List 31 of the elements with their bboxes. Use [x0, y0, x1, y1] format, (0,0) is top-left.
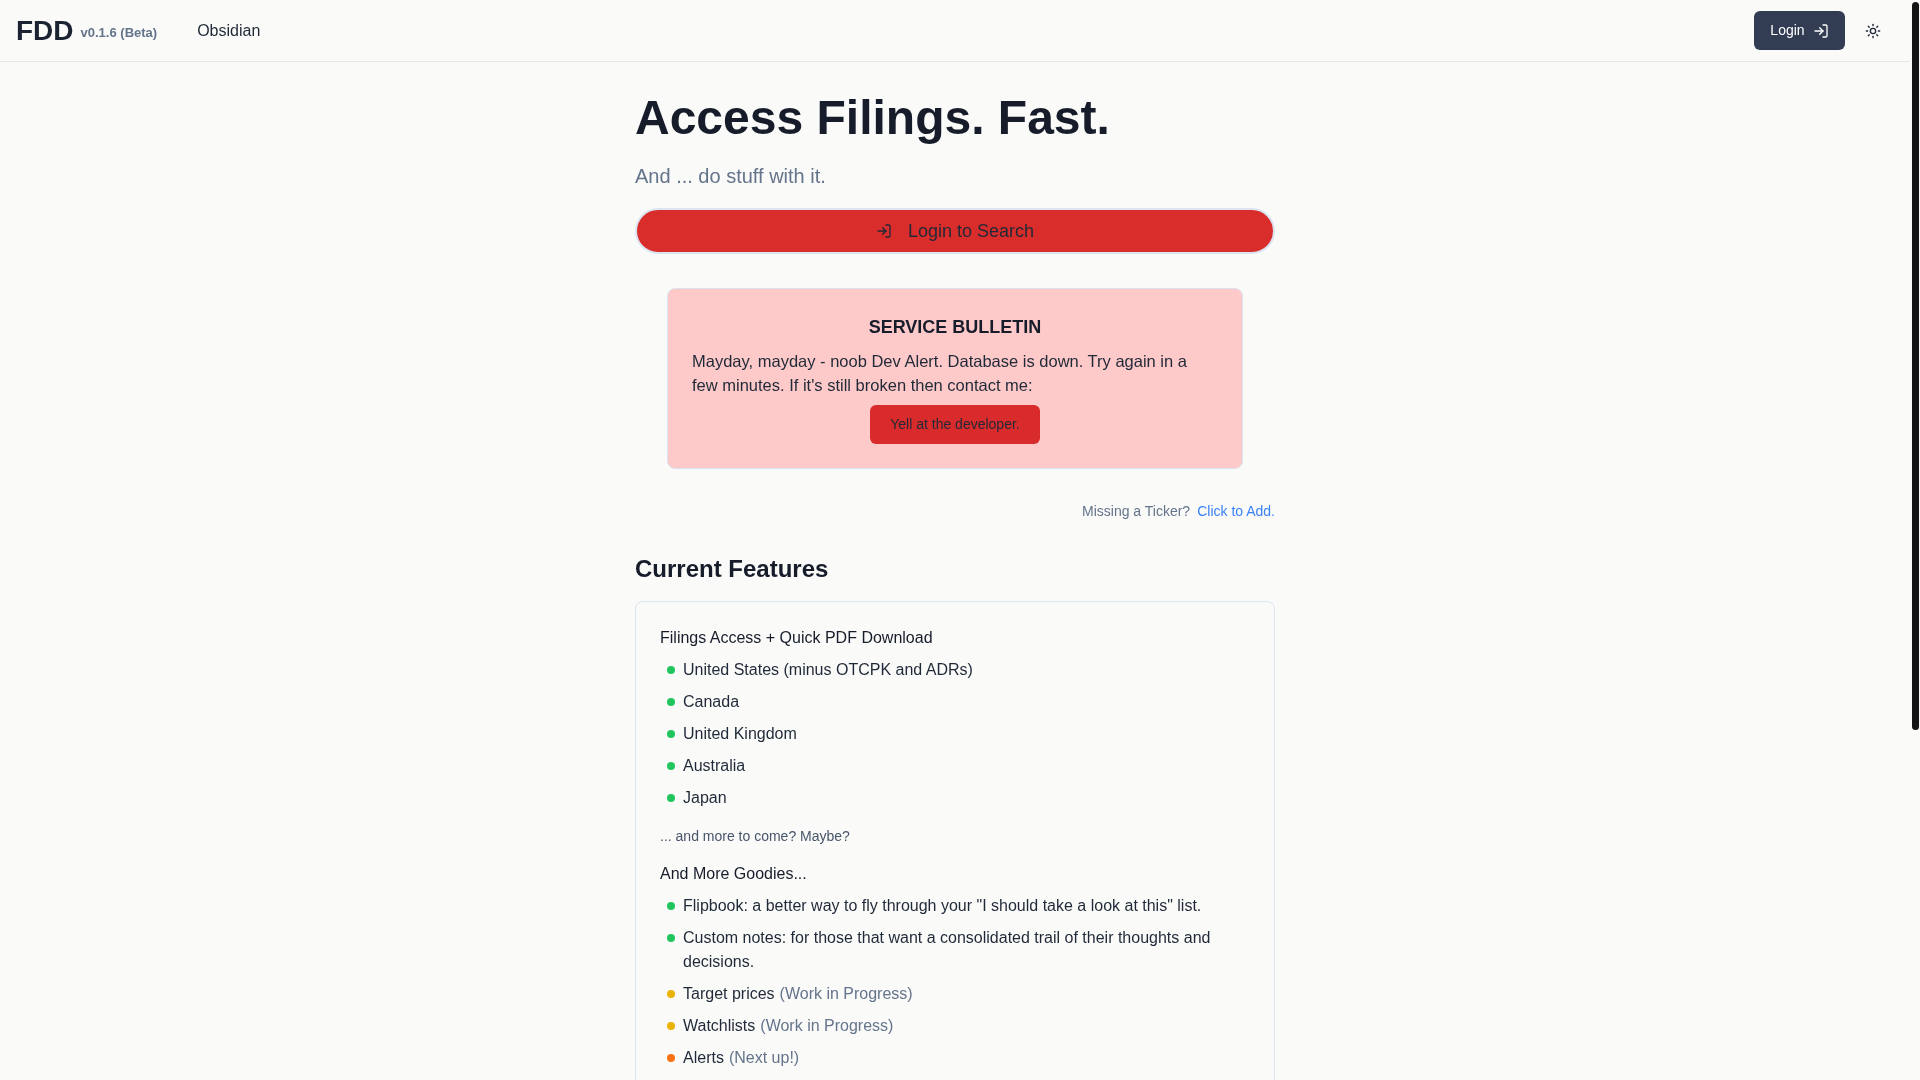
feature-text: Japan	[683, 789, 727, 806]
feature-group-title: And More Goodies...	[660, 864, 808, 884]
sun-icon	[1865, 22, 1881, 39]
feature-text: Custom notes: for those that want a consolidated trail of their thoughts and decisions.	[683, 929, 1211, 970]
feature-text: United Kingdom	[683, 725, 797, 742]
bulletin-message: Mayday, mayday - noob Dev Alert. Database is down. Try again in a few minutes. If it's still broken then contact me:	[692, 351, 1188, 396]
login-icon	[875, 223, 892, 239]
feature-text: Canada	[683, 693, 740, 710]
section-heading: Current Features	[635, 554, 830, 584]
feature-text: Target prices	[683, 985, 775, 1002]
bulletin-title: SERVICE BULLETIN	[868, 316, 1042, 339]
status-note: (Next up!)	[728, 1049, 800, 1066]
ticker-prompt: Missing a Ticker?	[1082, 502, 1191, 521]
page-subtitle: And ... do stuff with it.	[635, 164, 827, 189]
feature-text: Flipbook: a better way to fly through your "I should take a look at this" list.	[683, 897, 1202, 914]
scrollbar-thumb[interactable]	[1912, 2, 1919, 730]
add-ticker-link[interactable]: Click to Add.	[1197, 501, 1275, 521]
feature-text: Australia	[683, 757, 746, 774]
page-title: Access Filings. Fast.	[635, 94, 1111, 142]
feature-text: Watchlists	[683, 1017, 756, 1034]
login-button[interactable]: Login	[1754, 11, 1845, 50]
version-label: v0.1.6 (Beta)	[80, 26, 158, 39]
status-note: (Work in Progress)	[760, 1017, 894, 1034]
feature-group-title: Filings Access + Quick PDF Download	[660, 628, 934, 648]
logo-text[interactable]: FDD	[16, 16, 74, 45]
feature-text: United States (minus OTCPK and ADRs)	[683, 661, 973, 678]
status-note: (Work in Progress)	[779, 985, 913, 1002]
login-icon	[1812, 22, 1829, 39]
footnote-text: ... and more to come? Maybe?	[660, 827, 851, 846]
nav-link[interactable]: Obsidian	[197, 18, 261, 43]
feature-text: Alerts	[683, 1049, 724, 1066]
